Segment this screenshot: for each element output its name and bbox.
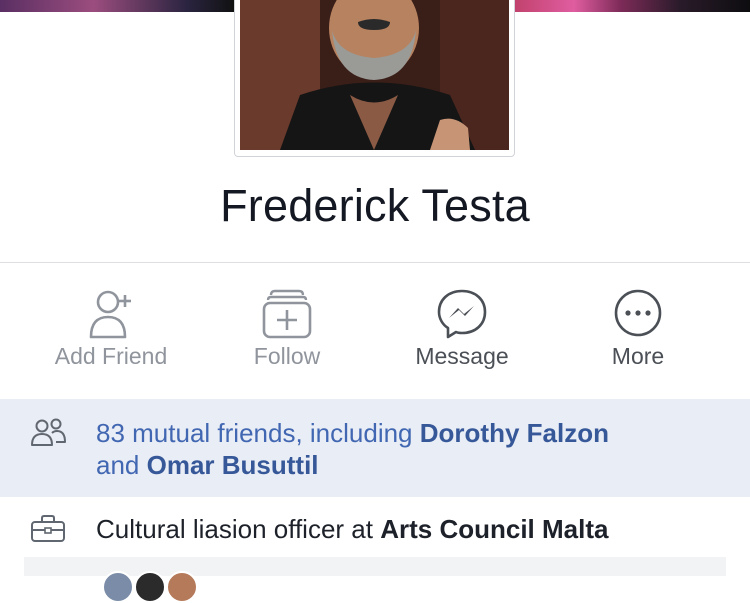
follow-button[interactable]: Follow [207,285,367,380]
work-text: Cultural liasion officer at Arts Council… [96,513,608,545]
mutual-friends-text: 83 mutual friends, including Dorothy Fal… [96,417,716,481]
messenger-icon [437,289,487,339]
profile-picture-image [240,0,509,150]
more-button[interactable]: More [558,285,718,380]
mutual-friends-joiner: and [96,450,147,480]
profile-name: Frederick Testa [220,180,530,231]
add-friend-label: Add Friend [54,343,168,369]
profile-actions-bar: Add Friend Follow Message More [0,285,750,385]
mutual-friend-link-2[interactable]: Omar Busuttil [147,450,319,480]
mutual-friend-link-1[interactable]: Dorothy Falzon [420,418,609,448]
friends-icon [31,418,66,446]
briefcase-icon [31,515,65,542]
cover-photo-left[interactable] [0,0,234,12]
follow-label: Follow [253,343,321,369]
cover-photo-right[interactable] [515,0,750,12]
follow-icon [262,289,312,339]
mutual-friends-count: 83 mutual friends, including [96,418,420,448]
more-label: More [611,343,665,369]
friends-preview-strip[interactable] [24,557,726,603]
message-button[interactable]: Message [382,285,542,380]
work-title: Cultural liasion officer at [96,514,381,544]
profile-picture-frame[interactable] [234,0,515,157]
mutual-friends-row[interactable]: 83 mutual friends, including Dorothy Fal… [0,399,750,497]
divider [0,262,750,263]
work-info-row[interactable]: Cultural liasion officer at Arts Council… [0,497,750,557]
message-label: Message [415,343,509,369]
more-icon [614,289,662,337]
add-friend-button[interactable]: Add Friend [31,285,191,380]
employer-link[interactable]: Arts Council Malta [380,514,608,544]
profile-picture[interactable] [240,0,509,150]
add-friend-icon [89,290,131,339]
